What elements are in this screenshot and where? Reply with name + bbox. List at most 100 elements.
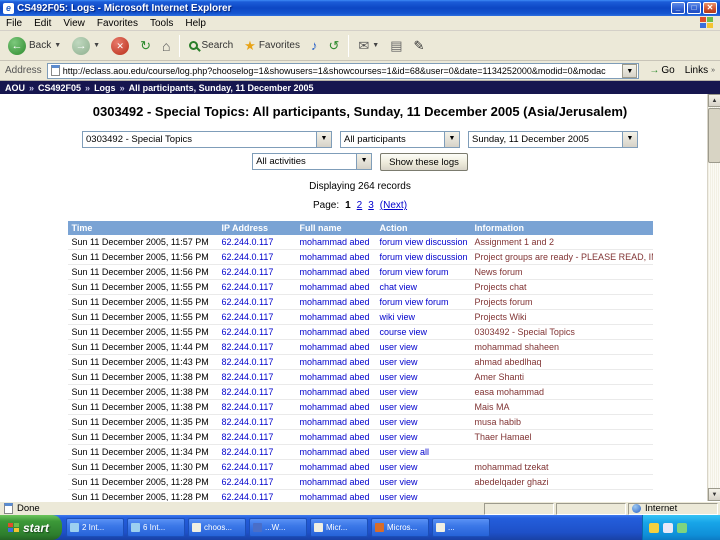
log-cell-ip[interactable]: 82.244.0.117	[217, 384, 296, 400]
log-cell-info[interactable]: mohammad tzekat	[470, 459, 653, 475]
participants-select[interactable]: All participants ▼	[340, 131, 460, 148]
activities-select[interactable]: All activities ▼	[252, 153, 373, 170]
home-button[interactable]: ⌂	[158, 37, 174, 55]
log-cell-action[interactable]: forum view forum	[375, 294, 471, 310]
log-cell-ip[interactable]: 62.244.0.117	[217, 474, 296, 490]
log-cell-name[interactable]: mohammad abed	[295, 309, 376, 325]
menu-favorites[interactable]: Favorites	[97, 18, 138, 29]
log-cell-name[interactable]: mohammad abed	[295, 474, 376, 490]
log-cell-name[interactable]: mohammad abed	[295, 354, 376, 370]
address-url[interactable]: http://eclass.aou.edu/course/log.php?cho…	[63, 66, 620, 76]
history-button[interactable]: ↺	[324, 37, 343, 55]
log-cell-ip[interactable]: 62.244.0.117	[217, 279, 296, 295]
log-cell-ip[interactable]: 82.244.0.117	[217, 369, 296, 385]
back-button[interactable]: ← Back ▼	[4, 35, 65, 57]
log-cell-action[interactable]: user view	[375, 339, 471, 355]
log-cell-action[interactable]: chat view	[375, 279, 471, 295]
log-cell-name[interactable]: mohammad abed	[295, 429, 376, 445]
log-cell-name[interactable]: mohammad abed	[295, 294, 376, 310]
log-cell-ip[interactable]: 82.244.0.117	[217, 339, 296, 355]
log-cell-info[interactable]: 0303492 - Special Topics	[470, 324, 653, 340]
log-cell-ip[interactable]: 62.244.0.117	[217, 459, 296, 475]
menu-tools[interactable]: Tools	[150, 18, 173, 29]
log-cell-ip[interactable]: 62.244.0.117	[217, 264, 296, 280]
menu-help[interactable]: Help	[185, 18, 206, 29]
scroll-up-button[interactable]: ▲	[708, 94, 720, 107]
tray-icon[interactable]	[649, 522, 659, 533]
log-cell-name[interactable]: mohammad abed	[295, 279, 376, 295]
log-cell-action[interactable]: course view	[375, 324, 471, 340]
refresh-button[interactable]: ↻	[136, 37, 155, 55]
log-cell-name[interactable]: mohammad abed	[295, 249, 376, 265]
log-cell-action[interactable]: user view	[375, 399, 471, 415]
links-label[interactable]: Links	[685, 65, 708, 76]
log-cell-action[interactable]: user view	[375, 459, 471, 475]
log-cell-info[interactable]: Project groups are ready - PLEASE READ, …	[470, 249, 653, 265]
log-cell-info[interactable]: Assignment 1 and 2	[470, 235, 653, 250]
log-cell-action[interactable]: user view	[375, 429, 471, 445]
log-cell-action[interactable]: user view all	[375, 444, 471, 460]
maximize-button[interactable]: □	[687, 2, 701, 14]
address-input[interactable]: http://eclass.aou.edu/course/log.php?cho…	[46, 62, 640, 79]
scroll-down-button[interactable]: ▼	[708, 488, 720, 501]
course-select[interactable]: 0303492 - Special Topics ▼	[82, 131, 332, 148]
log-cell-name[interactable]: mohammad abed	[295, 399, 376, 415]
close-button[interactable]: ✕	[703, 2, 717, 14]
forward-button[interactable]: → ▼	[68, 35, 104, 57]
log-cell-name[interactable]: mohammad abed	[295, 339, 376, 355]
log-cell-ip[interactable]: 62.244.0.117	[217, 309, 296, 325]
log-cell-info[interactable]: easa mohammad	[470, 384, 653, 400]
date-select[interactable]: Sunday, 11 December 2005 ▼	[468, 131, 638, 148]
favorites-button[interactable]: ★ Favorites	[240, 37, 304, 55]
menu-view[interactable]: View	[63, 18, 85, 29]
print-button[interactable]: ▤	[386, 37, 406, 55]
log-cell-action[interactable]: wiki view	[375, 309, 471, 325]
breadcrumb-item[interactable]: CS492F05	[38, 83, 81, 93]
log-cell-ip[interactable]: 82.244.0.117	[217, 399, 296, 415]
log-cell-action[interactable]: forum view forum	[375, 264, 471, 280]
log-cell-ip[interactable]: 62.244.0.117	[217, 235, 296, 250]
log-cell-info[interactable]: Mais MA	[470, 399, 653, 415]
log-cell-action[interactable]: user view	[375, 384, 471, 400]
tray-icon[interactable]	[677, 522, 687, 533]
edit-button[interactable]: ✎	[410, 37, 429, 55]
window-titlebar[interactable]: e CS492F05: Logs - Microsoft Internet Ex…	[0, 0, 720, 16]
log-cell-info[interactable]: News forum	[470, 264, 653, 280]
log-cell-ip[interactable]: 62.244.0.117	[217, 489, 296, 501]
tray-icon[interactable]	[663, 522, 673, 533]
taskbar-window-button[interactable]: ...	[432, 518, 490, 537]
log-cell-action[interactable]: forum view discussion	[375, 249, 471, 265]
pagination-link[interactable]: (Next)	[380, 200, 407, 211]
log-cell-info[interactable]: Thaer Hamael	[470, 429, 653, 445]
log-cell-action[interactable]: user view	[375, 354, 471, 370]
log-cell-name[interactable]: mohammad abed	[295, 489, 376, 501]
log-cell-info[interactable]: Amer Shanti	[470, 369, 653, 385]
show-logs-button[interactable]: Show these logs	[380, 153, 468, 171]
log-cell-name[interactable]: mohammad abed	[295, 369, 376, 385]
log-cell-action[interactable]: user view	[375, 414, 471, 430]
log-cell-info[interactable]: mohammad shaheen	[470, 339, 653, 355]
log-cell-info[interactable]: Projects forum	[470, 294, 653, 310]
log-cell-name[interactable]: mohammad abed	[295, 384, 376, 400]
log-cell-name[interactable]: mohammad abed	[295, 444, 376, 460]
log-cell-ip[interactable]: 82.244.0.117	[217, 414, 296, 430]
vertical-scrollbar[interactable]: ▲ ▼	[707, 94, 720, 501]
taskbar-window-button[interactable]: choos...	[188, 518, 246, 537]
start-button[interactable]: start	[0, 515, 62, 540]
breadcrumb-item[interactable]: Logs	[94, 83, 116, 93]
media-button[interactable]: ♪	[307, 37, 322, 55]
pagination-link[interactable]: 3	[368, 200, 374, 211]
log-cell-name[interactable]: mohammad abed	[295, 324, 376, 340]
log-cell-action[interactable]: user view	[375, 474, 471, 490]
log-cell-info[interactable]: abedelqader ghazi	[470, 474, 653, 490]
log-cell-ip[interactable]: 62.244.0.117	[217, 294, 296, 310]
log-cell-info[interactable]: musa habib	[470, 414, 653, 430]
breadcrumb-item[interactable]: AOU	[5, 83, 25, 93]
taskbar-window-button[interactable]: 6 Int...	[127, 518, 185, 537]
log-cell-name[interactable]: mohammad abed	[295, 235, 376, 250]
log-cell-name[interactable]: mohammad abed	[295, 264, 376, 280]
stop-button[interactable]: ✕	[107, 35, 133, 57]
taskbar-window-button[interactable]: Micr...	[310, 518, 368, 537]
address-dropdown-button[interactable]: ▼	[622, 63, 638, 78]
log-cell-action[interactable]: forum view discussion	[375, 235, 471, 250]
